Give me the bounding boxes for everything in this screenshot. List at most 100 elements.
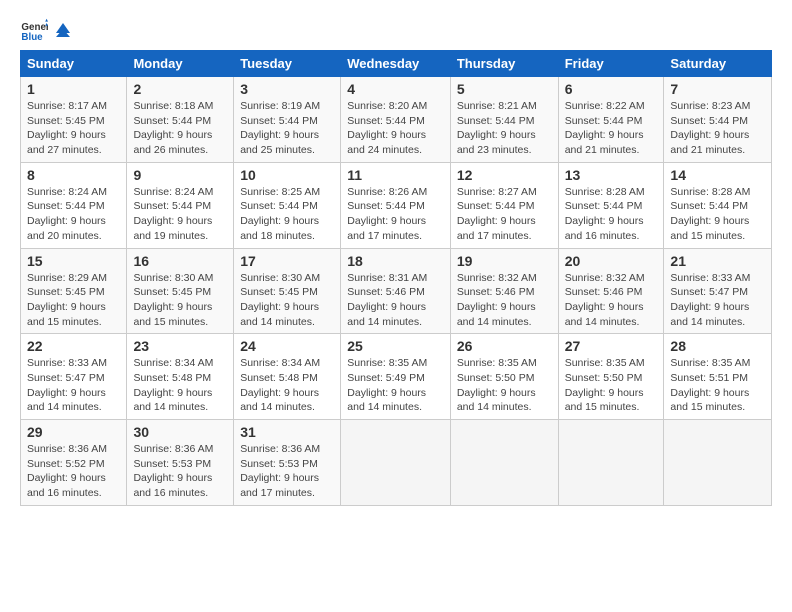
day-info: Sunrise: 8:30 AMSunset: 5:45 PMDaylight:… [133,271,227,330]
calendar-week-row: 1Sunrise: 8:17 AMSunset: 5:45 PMDaylight… [21,77,772,163]
day-number: 22 [27,338,120,354]
day-info: Sunrise: 8:35 AMSunset: 5:49 PMDaylight:… [347,356,444,415]
day-info: Sunrise: 8:32 AMSunset: 5:46 PMDaylight:… [457,271,552,330]
calendar-week-row: 29 Sunrise: 8:36 AMSunset: 5:52 PMDayligh… [21,420,772,506]
day-number: 24 [240,338,334,354]
day-number: 14 [670,167,765,183]
day-info: Sunrise: 8:30 AMSunset: 5:45 PMDaylight:… [240,271,334,330]
day-number: 12 [457,167,552,183]
day-info: Sunrise: 8:33 AMSunset: 5:47 PMDaylight:… [670,271,765,330]
svg-text:Blue: Blue [21,32,43,43]
day-number: 30 [133,424,227,440]
table-row: 11 Sunrise: 8:26 AMSunset: 5:44 PMDayligh… [341,162,451,248]
day-info: Sunrise: 8:36 AMSunset: 5:52 PMDaylight:… [27,442,120,501]
day-number: 15 [27,253,120,269]
col-thursday: Thursday [450,51,558,77]
table-row: 29 Sunrise: 8:36 AMSunset: 5:52 PMDayligh… [21,420,127,506]
col-tuesday: Tuesday [234,51,341,77]
day-info: Sunrise: 8:19 AMSunset: 5:44 PMDaylight:… [240,99,334,158]
col-friday: Friday [558,51,664,77]
day-number: 5 [457,81,552,97]
day-info: Sunrise: 8:18 AMSunset: 5:44 PMDaylight:… [133,99,227,158]
day-number: 4 [347,81,444,97]
table-row: 21 Sunrise: 8:33 AMSunset: 5:47 PMDayligh… [664,248,772,334]
table-row: 25 Sunrise: 8:35 AMSunset: 5:49 PMDayligh… [341,334,451,420]
day-number: 16 [133,253,227,269]
table-row [558,420,664,506]
day-number: 28 [670,338,765,354]
table-row [450,420,558,506]
day-info: Sunrise: 8:23 AMSunset: 5:44 PMDaylight:… [670,99,765,158]
day-number: 29 [27,424,120,440]
day-number: 2 [133,81,227,97]
table-row: 17 Sunrise: 8:30 AMSunset: 5:45 PMDayligh… [234,248,341,334]
table-row: 3 Sunrise: 8:19 AMSunset: 5:44 PMDaylight… [234,77,341,163]
day-number: 20 [565,253,658,269]
table-row: 16 Sunrise: 8:30 AMSunset: 5:45 PMDayligh… [127,248,234,334]
day-info: Sunrise: 8:36 AMSunset: 5:53 PMDaylight:… [133,442,227,501]
table-row: 9 Sunrise: 8:24 AMSunset: 5:44 PMDaylight… [127,162,234,248]
day-number: 27 [565,338,658,354]
table-row: 5 Sunrise: 8:21 AMSunset: 5:44 PMDaylight… [450,77,558,163]
table-row: 23 Sunrise: 8:34 AMSunset: 5:48 PMDayligh… [127,334,234,420]
day-number: 17 [240,253,334,269]
day-number: 8 [27,167,120,183]
day-number: 19 [457,253,552,269]
day-number: 13 [565,167,658,183]
day-info: Sunrise: 8:35 AMSunset: 5:50 PMDaylight:… [457,356,552,415]
table-row: 31 Sunrise: 8:36 AMSunset: 5:53 PMDayligh… [234,420,341,506]
table-row [341,420,451,506]
col-saturday: Saturday [664,51,772,77]
day-info: Sunrise: 8:24 AMSunset: 5:44 PMDaylight:… [133,185,227,244]
day-number: 11 [347,167,444,183]
day-number: 3 [240,81,334,97]
col-wednesday: Wednesday [341,51,451,77]
table-row: 30 Sunrise: 8:36 AMSunset: 5:53 PMDayligh… [127,420,234,506]
table-row: 27Sunrise: 8:35 AMSunset: 5:50 PMDayligh… [558,334,664,420]
table-row: 4Sunrise: 8:20 AMSunset: 5:44 PMDaylight… [341,77,451,163]
table-row: 24 Sunrise: 8:34 AMSunset: 5:48 PMDayligh… [234,334,341,420]
day-info: Sunrise: 8:36 AMSunset: 5:53 PMDaylight:… [240,442,334,501]
table-row: 6 Sunrise: 8:22 AMSunset: 5:44 PMDaylight… [558,77,664,163]
table-row: 7Sunrise: 8:23 AMSunset: 5:44 PMDaylight… [664,77,772,163]
table-row: 26 Sunrise: 8:35 AMSunset: 5:50 PMDayligh… [450,334,558,420]
day-info: Sunrise: 8:31 AMSunset: 5:46 PMDaylight:… [347,271,444,330]
calendar-week-row: 8 Sunrise: 8:24 AMSunset: 5:44 PMDaylight… [21,162,772,248]
table-row: 8Sunrise: 8:24 AMSunset: 5:44 PMDaylight… [21,162,127,248]
day-number: 6 [565,81,658,97]
day-info: Sunrise: 8:25 AMSunset: 5:44 PMDaylight:… [240,185,334,244]
day-info: Sunrise: 8:26 AMSunset: 5:44 PMDaylight:… [347,185,444,244]
table-row: 19 Sunrise: 8:32 AMSunset: 5:46 PMDayligh… [450,248,558,334]
logo-triangle-icon [54,19,72,37]
day-info: Sunrise: 8:34 AMSunset: 5:48 PMDaylight:… [240,356,334,415]
day-info: Sunrise: 8:35 AMSunset: 5:51 PMDaylight:… [670,356,765,415]
table-row: 2 Sunrise: 8:18 AMSunset: 5:44 PMDaylight… [127,77,234,163]
day-info: Sunrise: 8:33 AMSunset: 5:47 PMDaylight:… [27,356,120,415]
day-number: 10 [240,167,334,183]
logo: General Blue [20,16,72,44]
calendar-week-row: 22 Sunrise: 8:33 AMSunset: 5:47 PMDayligh… [21,334,772,420]
day-info: Sunrise: 8:21 AMSunset: 5:44 PMDaylight:… [457,99,552,158]
day-number: 25 [347,338,444,354]
table-row: 10 Sunrise: 8:25 AMSunset: 5:44 PMDayligh… [234,162,341,248]
day-info: Sunrise: 8:17 AMSunset: 5:45 PMDaylight:… [27,99,120,158]
calendar-week-row: 15 Sunrise: 8:29 AMSunset: 5:45 PMDayligh… [21,248,772,334]
table-row: 15 Sunrise: 8:29 AMSunset: 5:45 PMDayligh… [21,248,127,334]
day-info: Sunrise: 8:29 AMSunset: 5:45 PMDaylight:… [27,271,120,330]
day-number: 21 [670,253,765,269]
table-row: 12 Sunrise: 8:27 AMSunset: 5:44 PMDayligh… [450,162,558,248]
day-info: Sunrise: 8:34 AMSunset: 5:48 PMDaylight:… [133,356,227,415]
calendar-header-row: Sunday Monday Tuesday Wednesday Thursday… [21,51,772,77]
day-number: 26 [457,338,552,354]
day-info: Sunrise: 8:28 AMSunset: 5:44 PMDaylight:… [565,185,658,244]
table-row: 20Sunrise: 8:32 AMSunset: 5:46 PMDayligh… [558,248,664,334]
day-info: Sunrise: 8:27 AMSunset: 5:44 PMDaylight:… [457,185,552,244]
day-info: Sunrise: 8:28 AMSunset: 5:44 PMDaylight:… [670,185,765,244]
table-row: 28 Sunrise: 8:35 AMSunset: 5:51 PMDayligh… [664,334,772,420]
col-sunday: Sunday [21,51,127,77]
table-row: 22 Sunrise: 8:33 AMSunset: 5:47 PMDayligh… [21,334,127,420]
day-number: 9 [133,167,227,183]
day-info: Sunrise: 8:22 AMSunset: 5:44 PMDaylight:… [565,99,658,158]
day-number: 23 [133,338,227,354]
day-number: 31 [240,424,334,440]
